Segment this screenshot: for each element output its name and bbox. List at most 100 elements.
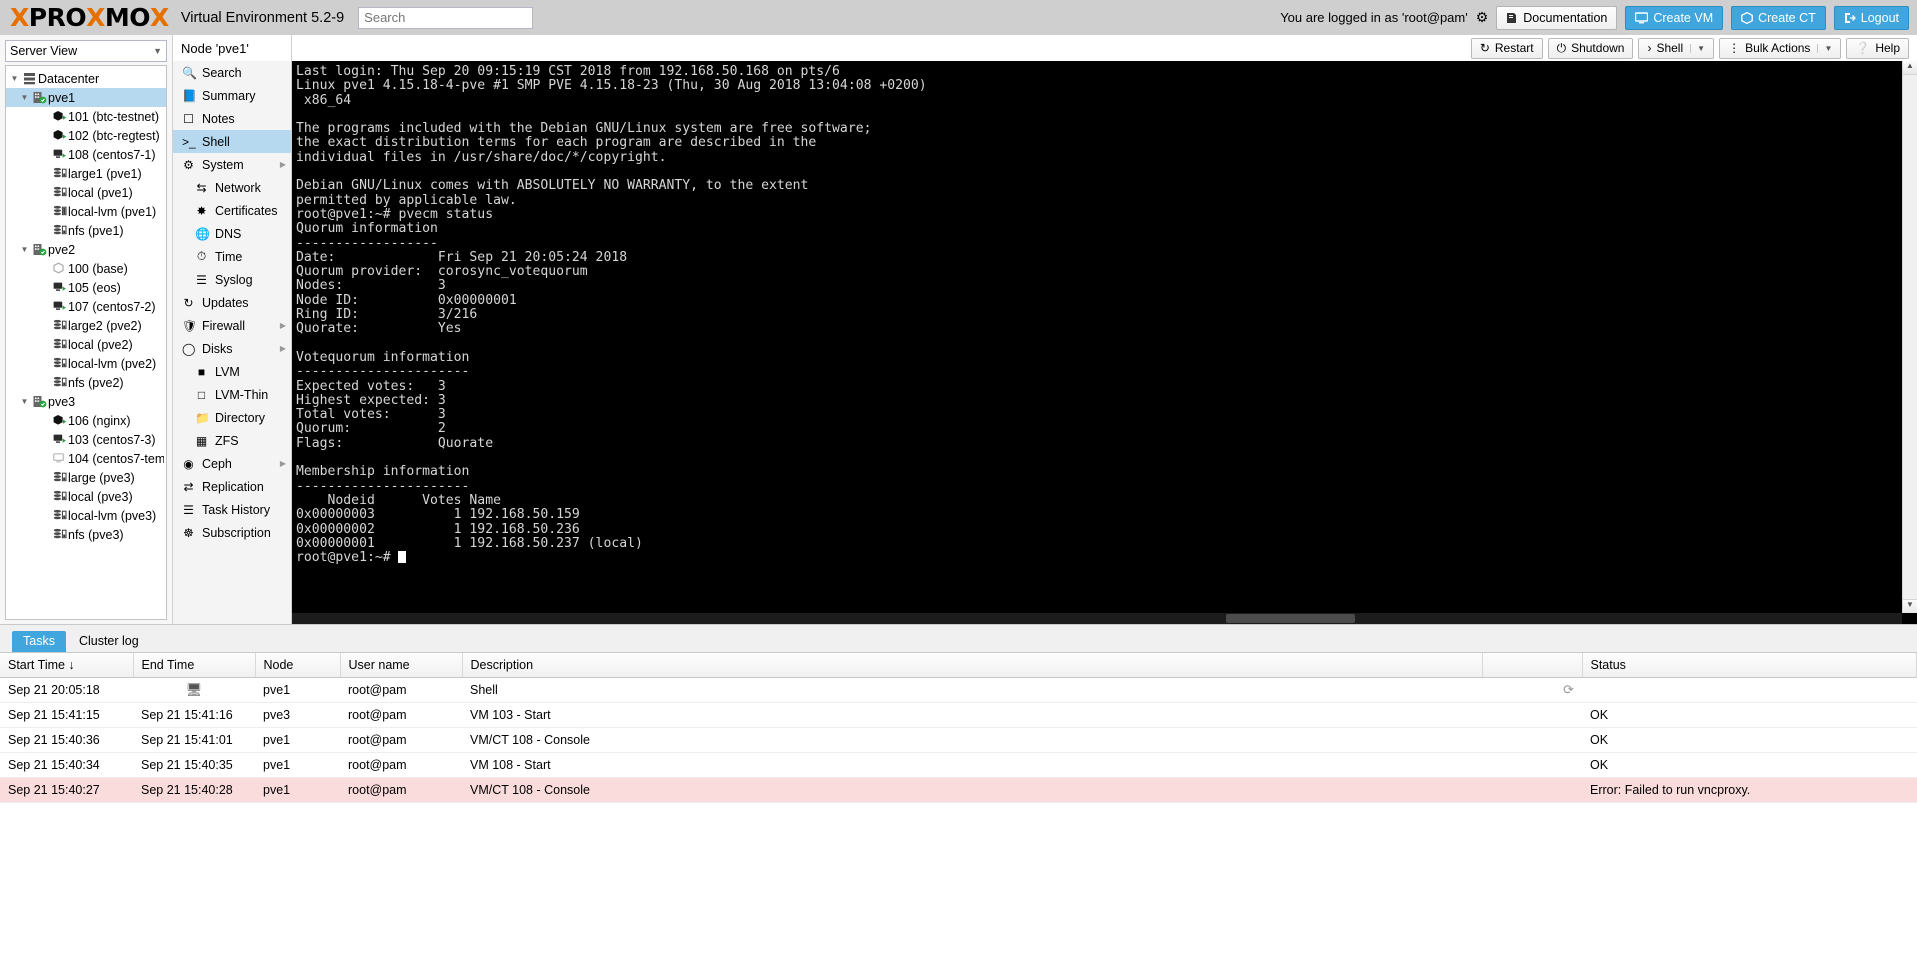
bulk-actions-button[interactable]: ⋮ Bulk Actions ▼ <box>1719 37 1842 59</box>
tasks-column-header[interactable]: End Time <box>133 653 256 678</box>
network-icon: ⇆ <box>196 180 207 195</box>
chevron-right-icon[interactable]: ▶ <box>280 459 286 468</box>
tree-item-100-base[interactable]: 100 (base) <box>6 259 166 278</box>
help-button[interactable]: ❔ Help <box>1846 37 1909 59</box>
tree-item-103-centos7-3[interactable]: 103 (centos7-3) <box>6 430 166 449</box>
nav-item-lvm-thin[interactable]: □ LVM-Thin <box>173 383 291 406</box>
tasks-column-header[interactable]: Status <box>1582 653 1917 678</box>
tree-item-datacenter[interactable]: ▼ Datacenter <box>6 69 166 88</box>
node-nav-panel: Node 'pve1' 🔍 Search 📘 Summary ☐ Notes >_ Shell… <box>172 35 292 624</box>
node-nav-list[interactable]: 🔍 Search 📘 Summary ☐ Notes >_ Shell ⚙ System ▶ ⇆ Net… <box>173 61 291 544</box>
tasks-row[interactable]: Sep 21 15:40:34 Sep 21 15:40:35 pve1 root@p… <box>0 752 1917 778</box>
chevron-down-icon[interactable]: ▼ <box>18 245 31 254</box>
ceph-icon: ◉ <box>183 456 194 471</box>
nav-item-shell[interactable]: >_ Shell <box>173 130 291 153</box>
tree-item-108-centos7-1[interactable]: 108 (centos7-1) <box>6 145 166 164</box>
tree-item-label: 108 (centos7-1) <box>68 147 156 162</box>
nav-item-summary[interactable]: 📘 Summary <box>173 84 291 107</box>
tree-item-104-centos7-template[interactable]: 104 (centos7-template) <box>6 449 166 468</box>
tasks-row[interactable]: Sep 21 15:40:36 Sep 21 15:41:01 pve1 root@p… <box>0 727 1917 753</box>
chevron-down-icon[interactable]: ▼ <box>18 397 31 406</box>
nav-item-updates[interactable]: ↻ Updates <box>173 291 291 314</box>
nav-item-time[interactable]: ⏱ Time <box>173 245 291 268</box>
tree-item-106-nginx[interactable]: 106 (nginx) <box>6 411 166 430</box>
nav-item-search[interactable]: 🔍 Search <box>173 61 291 84</box>
nav-item-replication[interactable]: ⇄ Replication <box>173 475 291 498</box>
tree-item-large2-pve2[interactable]: large2 (pve2) <box>6 316 166 335</box>
resource-tree[interactable]: ▼ Datacenter ▼ pve1 101 (btc-testnet) 102 (bt… <box>5 65 167 620</box>
tasks-column-header[interactable]: Node <box>255 653 341 678</box>
tree-item-101-btc-testnet[interactable]: 101 (btc-testnet) <box>6 107 166 126</box>
shell-dropdown-arrow[interactable]: ▼ <box>1690 43 1705 53</box>
terminal-horizontal-scrollbar[interactable] <box>292 613 1902 624</box>
task-user: root@pam <box>340 727 462 753</box>
nav-item-lvm[interactable]: ■ LVM <box>173 360 291 383</box>
tree-item-local-pve1[interactable]: local (pve1) <box>6 183 166 202</box>
tab-tasks[interactable]: Tasks <box>12 631 66 652</box>
nav-item-certificates[interactable]: ✸ Certificates <box>173 199 291 222</box>
logout-button[interactable]: Logout <box>1833 5 1909 30</box>
scroll-down-icon[interactable]: ▼ <box>1903 599 1917 613</box>
nav-item-network[interactable]: ⇆ Network <box>173 176 291 199</box>
terminal-output[interactable]: Last login: Thu Sep 20 09:15:19 CST 2018… <box>292 61 1902 613</box>
chevron-right-icon[interactable]: ▶ <box>280 344 286 353</box>
tree-item-local-lvm-pve1[interactable]: local-lvm (pve1) <box>6 202 166 221</box>
gear-icon[interactable]: ⚙ <box>1476 9 1489 26</box>
nav-item-task-history[interactable]: ☰ Task History <box>173 498 291 521</box>
nav-item-dns[interactable]: 🌐 DNS <box>173 222 291 245</box>
task-start-time: Sep 21 15:40:34 <box>0 752 133 778</box>
nav-item-system[interactable]: ⚙ System ▶ <box>173 153 291 176</box>
tasks-column-header[interactable] <box>1482 653 1583 678</box>
tree-item-local-pve3[interactable]: local (pve3) <box>6 487 166 506</box>
tasks-column-header[interactable]: Description <box>462 653 1483 678</box>
nav-item-disks[interactable]: ◯ Disks ▶ <box>173 337 291 360</box>
nav-item-subscription[interactable]: ☸ Subscription <box>173 521 291 544</box>
tree-item-105-eos[interactable]: 105 (eos) <box>6 278 166 297</box>
tasks-column-header[interactable]: User name <box>340 653 463 678</box>
shell-button[interactable]: › Shell ▼ <box>1638 37 1715 59</box>
tasks-column-header[interactable]: Start Time ↓ <box>0 653 134 678</box>
nav-item-syslog[interactable]: ☰ Syslog <box>173 268 291 291</box>
tree-item-nfs-pve2[interactable]: nfs (pve2) <box>6 373 166 392</box>
create-ct-button[interactable]: Create CT <box>1731 5 1826 30</box>
nav-item-ceph[interactable]: ◉ Ceph ▶ <box>173 452 291 475</box>
nav-item-label: System <box>202 157 244 172</box>
search-input[interactable] <box>358 6 534 29</box>
nav-item-directory[interactable]: 📁 Directory <box>173 406 291 429</box>
tree-item-nfs-pve1[interactable]: nfs (pve1) <box>6 221 166 240</box>
tree-item-icon <box>51 129 68 142</box>
tree-item-local-pve2[interactable]: local (pve2) <box>6 335 166 354</box>
nav-item-notes[interactable]: ☐ Notes <box>173 107 291 130</box>
tasks-row[interactable]: Sep 21 15:41:15 Sep 21 15:41:16 pve3 root@p… <box>0 702 1917 728</box>
tree-item-pve3[interactable]: ▼ pve3 <box>6 392 166 411</box>
scroll-up-icon[interactable]: ▲ <box>1903 61 1917 75</box>
chevron-down-icon[interactable]: ▼ <box>18 93 31 102</box>
tab-cluster-log[interactable]: Cluster log <box>68 631 150 652</box>
tree-item-102-btc-regtest[interactable]: 102 (btc-regtest) <box>6 126 166 145</box>
chevron-down-icon[interactable]: ▼ <box>8 74 21 83</box>
tree-item-large1-pve1[interactable]: large1 (pve1) <box>6 164 166 183</box>
chevron-right-icon[interactable]: ▶ <box>280 160 286 169</box>
tree-item-pve1[interactable]: ▼ pve1 <box>6 88 166 107</box>
tasks-row[interactable]: Sep 21 20:05:18 🖥 pve1 root@pam Shell ⟳ <box>0 677 1917 703</box>
terminal-vertical-scrollbar[interactable]: ▲ ▼ <box>1902 61 1917 613</box>
tree-item-large-pve3[interactable]: large (pve3) <box>6 468 166 487</box>
tree-item-local-lvm-pve2[interactable]: local-lvm (pve2) <box>6 354 166 373</box>
tasks-row[interactable]: Sep 21 15:40:27 Sep 21 15:40:28 pve1 root@p… <box>0 777 1917 803</box>
bulk-actions-dropdown-arrow[interactable]: ▼ <box>1817 43 1832 53</box>
tree-item-pve2[interactable]: ▼ pve2 <box>6 240 166 259</box>
tree-item-107-centos7-2[interactable]: 107 (centos7-2) <box>6 297 166 316</box>
tree-item-nfs-pve3[interactable]: nfs (pve3) <box>6 525 166 544</box>
tree-item-local-lvm-pve3[interactable]: local-lvm (pve3) <box>6 506 166 525</box>
tree-item-label: pve3 <box>48 394 76 409</box>
restart-button[interactable]: ↻ Restart <box>1470 37 1543 59</box>
shutdown-button[interactable]: ⏻ Shutdown <box>1547 37 1634 59</box>
chevron-right-icon[interactable]: ▶ <box>280 321 286 330</box>
scrollbar-thumb[interactable] <box>1225 614 1355 623</box>
tree-item-label: 105 (eos) <box>68 280 121 295</box>
view-selector[interactable]: Server View ▼ <box>5 40 167 62</box>
create-vm-button[interactable]: Create VM <box>1625 5 1724 30</box>
nav-item-firewall[interactable]: 🛡 Firewall ▶ <box>173 314 291 337</box>
nav-item-zfs[interactable]: ▦ ZFS <box>173 429 291 452</box>
documentation-button[interactable]: Documentation <box>1496 5 1618 30</box>
